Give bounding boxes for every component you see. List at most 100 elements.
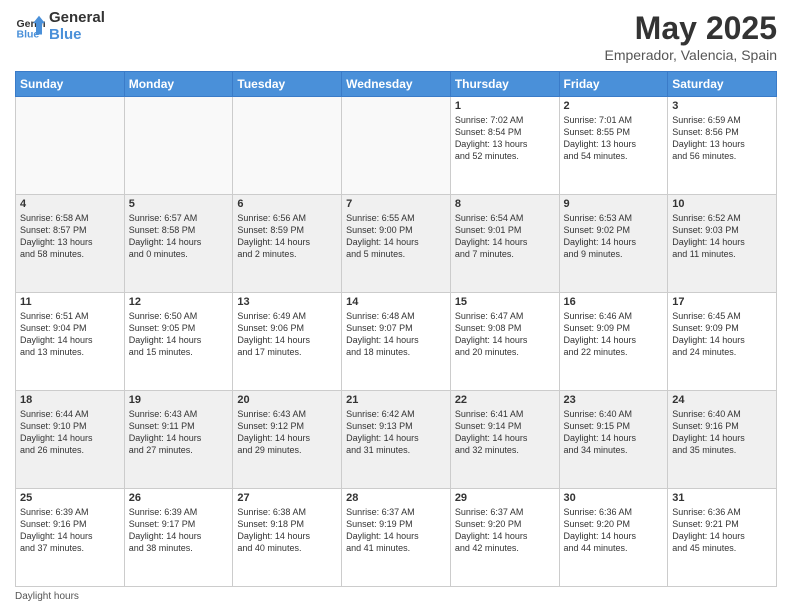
cell-content: Sunrise: 6:42 AM Sunset: 9:13 PM Dayligh… bbox=[346, 408, 446, 457]
day-number: 26 bbox=[129, 492, 229, 504]
day-number: 24 bbox=[672, 394, 772, 406]
calendar-cell bbox=[124, 97, 233, 195]
cell-content: Sunrise: 6:36 AM Sunset: 9:20 PM Dayligh… bbox=[564, 506, 664, 555]
cell-content: Sunrise: 6:57 AM Sunset: 8:58 PM Dayligh… bbox=[129, 212, 229, 261]
day-number: 23 bbox=[564, 394, 664, 406]
cell-content: Sunrise: 6:37 AM Sunset: 9:19 PM Dayligh… bbox=[346, 506, 446, 555]
logo-line1: General bbox=[49, 10, 105, 27]
day-number: 22 bbox=[455, 394, 555, 406]
calendar-header-row: SundayMondayTuesdayWednesdayThursdayFrid… bbox=[16, 72, 777, 97]
calendar-cell: 25 Sunrise: 6:39 AM Sunset: 9:16 PM Dayli… bbox=[16, 489, 125, 587]
calendar-cell: 31Sunrise: 6:36 AM Sunset: 9:21 PM Dayli… bbox=[668, 489, 777, 587]
title-block: May 2025 Emperador, Valencia, Spain bbox=[604, 10, 777, 63]
cell-content: Sunrise: 6:52 AM Sunset: 9:03 PM Dayligh… bbox=[672, 212, 772, 261]
day-number: 4 bbox=[20, 198, 120, 210]
cell-content: Sunrise: 6:39 AM Sunset: 9:16 PM Dayligh… bbox=[20, 506, 120, 555]
cell-content: Sunrise: 6:53 AM Sunset: 9:02 PM Dayligh… bbox=[564, 212, 664, 261]
calendar-cell: 27 Sunrise: 6:38 AM Sunset: 9:18 PM Dayli… bbox=[233, 489, 342, 587]
cell-content: Sunrise: 6:41 AM Sunset: 9:14 PM Dayligh… bbox=[455, 408, 555, 457]
cell-content: Sunrise: 6:43 AM Sunset: 9:11 PM Dayligh… bbox=[129, 408, 229, 457]
cell-content: Sunrise: 6:59 AM Sunset: 8:56 PM Dayligh… bbox=[672, 114, 772, 163]
calendar-cell bbox=[233, 97, 342, 195]
calendar-cell bbox=[342, 97, 451, 195]
cell-content: Sunrise: 6:54 AM Sunset: 9:01 PM Dayligh… bbox=[455, 212, 555, 261]
calendar-cell: 24 Sunrise: 6:40 AM Sunset: 9:16 PM Dayli… bbox=[668, 391, 777, 489]
day-number: 3 bbox=[672, 100, 772, 112]
cell-content: Sunrise: 6:44 AM Sunset: 9:10 PM Dayligh… bbox=[20, 408, 120, 457]
day-header-monday: Monday bbox=[124, 72, 233, 97]
cell-content: Sunrise: 6:56 AM Sunset: 8:59 PM Dayligh… bbox=[237, 212, 337, 261]
day-number: 19 bbox=[129, 394, 229, 406]
calendar-cell: 26Sunrise: 6:39 AM Sunset: 9:17 PM Dayli… bbox=[124, 489, 233, 587]
calendar-cell: 12 Sunrise: 6:50 AM Sunset: 9:05 PM Dayli… bbox=[124, 293, 233, 391]
cell-content: Sunrise: 6:43 AM Sunset: 9:12 PM Dayligh… bbox=[237, 408, 337, 457]
day-number: 11 bbox=[20, 296, 120, 308]
calendar-cell: 17Sunrise: 6:45 AM Sunset: 9:09 PM Dayli… bbox=[668, 293, 777, 391]
cell-content: Sunrise: 6:58 AM Sunset: 8:57 PM Dayligh… bbox=[20, 212, 120, 261]
day-number: 29 bbox=[455, 492, 555, 504]
cell-content: Sunrise: 6:40 AM Sunset: 9:16 PM Dayligh… bbox=[672, 408, 772, 457]
calendar-table: SundayMondayTuesdayWednesdayThursdayFrid… bbox=[15, 71, 777, 587]
calendar-cell: 22 Sunrise: 6:41 AM Sunset: 9:14 PM Dayli… bbox=[450, 391, 559, 489]
calendar-cell: 11 Sunrise: 6:51 AM Sunset: 9:04 PM Dayli… bbox=[16, 293, 125, 391]
day-header-wednesday: Wednesday bbox=[342, 72, 451, 97]
calendar-week-row: 18 Sunrise: 6:44 AM Sunset: 9:10 PM Dayli… bbox=[16, 391, 777, 489]
day-number: 16 bbox=[564, 296, 664, 308]
calendar-cell: 10 Sunrise: 6:52 AM Sunset: 9:03 PM Dayli… bbox=[668, 195, 777, 293]
calendar-week-row: 25 Sunrise: 6:39 AM Sunset: 9:16 PM Dayli… bbox=[16, 489, 777, 587]
calendar-cell: 21 Sunrise: 6:42 AM Sunset: 9:13 PM Dayli… bbox=[342, 391, 451, 489]
day-header-tuesday: Tuesday bbox=[233, 72, 342, 97]
logo-line2: Blue bbox=[49, 27, 105, 44]
day-number: 12 bbox=[129, 296, 229, 308]
cell-content: Sunrise: 7:01 AM Sunset: 8:55 PM Dayligh… bbox=[564, 114, 664, 163]
cell-content: Sunrise: 6:55 AM Sunset: 9:00 PM Dayligh… bbox=[346, 212, 446, 261]
cell-content: Sunrise: 6:38 AM Sunset: 9:18 PM Dayligh… bbox=[237, 506, 337, 555]
day-header-thursday: Thursday bbox=[450, 72, 559, 97]
calendar-cell: 30 Sunrise: 6:36 AM Sunset: 9:20 PM Dayli… bbox=[559, 489, 668, 587]
day-number: 13 bbox=[237, 296, 337, 308]
cell-content: Sunrise: 6:36 AM Sunset: 9:21 PM Dayligh… bbox=[672, 506, 772, 555]
day-number: 5 bbox=[129, 198, 229, 210]
day-number: 21 bbox=[346, 394, 446, 406]
cell-content: Sunrise: 6:49 AM Sunset: 9:06 PM Dayligh… bbox=[237, 310, 337, 359]
day-header-friday: Friday bbox=[559, 72, 668, 97]
day-number: 10 bbox=[672, 198, 772, 210]
day-number: 17 bbox=[672, 296, 772, 308]
calendar-cell: 6Sunrise: 6:56 AM Sunset: 8:59 PM Daylig… bbox=[233, 195, 342, 293]
day-number: 20 bbox=[237, 394, 337, 406]
calendar-cell: 23Sunrise: 6:40 AM Sunset: 9:15 PM Dayli… bbox=[559, 391, 668, 489]
day-number: 30 bbox=[564, 492, 664, 504]
calendar-cell: 14 Sunrise: 6:48 AM Sunset: 9:07 PM Dayli… bbox=[342, 293, 451, 391]
calendar-week-row: 11 Sunrise: 6:51 AM Sunset: 9:04 PM Dayli… bbox=[16, 293, 777, 391]
cell-content: Sunrise: 6:50 AM Sunset: 9:05 PM Dayligh… bbox=[129, 310, 229, 359]
day-number: 9 bbox=[564, 198, 664, 210]
calendar-cell: 19 Sunrise: 6:43 AM Sunset: 9:11 PM Dayli… bbox=[124, 391, 233, 489]
calendar-cell: 18 Sunrise: 6:44 AM Sunset: 9:10 PM Dayli… bbox=[16, 391, 125, 489]
day-number: 8 bbox=[455, 198, 555, 210]
day-number: 27 bbox=[237, 492, 337, 504]
day-number: 28 bbox=[346, 492, 446, 504]
cell-content: Sunrise: 6:51 AM Sunset: 9:04 PM Dayligh… bbox=[20, 310, 120, 359]
calendar-cell: 15Sunrise: 6:47 AM Sunset: 9:08 PM Dayli… bbox=[450, 293, 559, 391]
calendar-cell: 5 Sunrise: 6:57 AM Sunset: 8:58 PM Daylig… bbox=[124, 195, 233, 293]
calendar-cell: 4 Sunrise: 6:58 AM Sunset: 8:57 PM Daylig… bbox=[16, 195, 125, 293]
day-number: 2 bbox=[564, 100, 664, 112]
page: General Blue General Blue May 2025 Emper… bbox=[0, 0, 792, 612]
day-number: 25 bbox=[20, 492, 120, 504]
day-header-sunday: Sunday bbox=[16, 72, 125, 97]
calendar-cell: 29Sunrise: 6:37 AM Sunset: 9:20 PM Dayli… bbox=[450, 489, 559, 587]
day-header-saturday: Saturday bbox=[668, 72, 777, 97]
month-title: May 2025 bbox=[604, 10, 777, 47]
logo-icon: General Blue bbox=[15, 12, 45, 42]
header: General Blue General Blue May 2025 Emper… bbox=[15, 10, 777, 63]
calendar-week-row: 1Sunrise: 7:02 AM Sunset: 8:54 PM Daylig… bbox=[16, 97, 777, 195]
logo: General Blue General Blue bbox=[15, 10, 105, 43]
calendar-cell: 3 Sunrise: 6:59 AM Sunset: 8:56 PM Daylig… bbox=[668, 97, 777, 195]
calendar-week-row: 4 Sunrise: 6:58 AM Sunset: 8:57 PM Daylig… bbox=[16, 195, 777, 293]
day-number: 14 bbox=[346, 296, 446, 308]
day-number: 7 bbox=[346, 198, 446, 210]
day-number: 15 bbox=[455, 296, 555, 308]
cell-content: Sunrise: 6:48 AM Sunset: 9:07 PM Dayligh… bbox=[346, 310, 446, 359]
day-number: 18 bbox=[20, 394, 120, 406]
calendar-cell: 9 Sunrise: 6:53 AM Sunset: 9:02 PM Daylig… bbox=[559, 195, 668, 293]
